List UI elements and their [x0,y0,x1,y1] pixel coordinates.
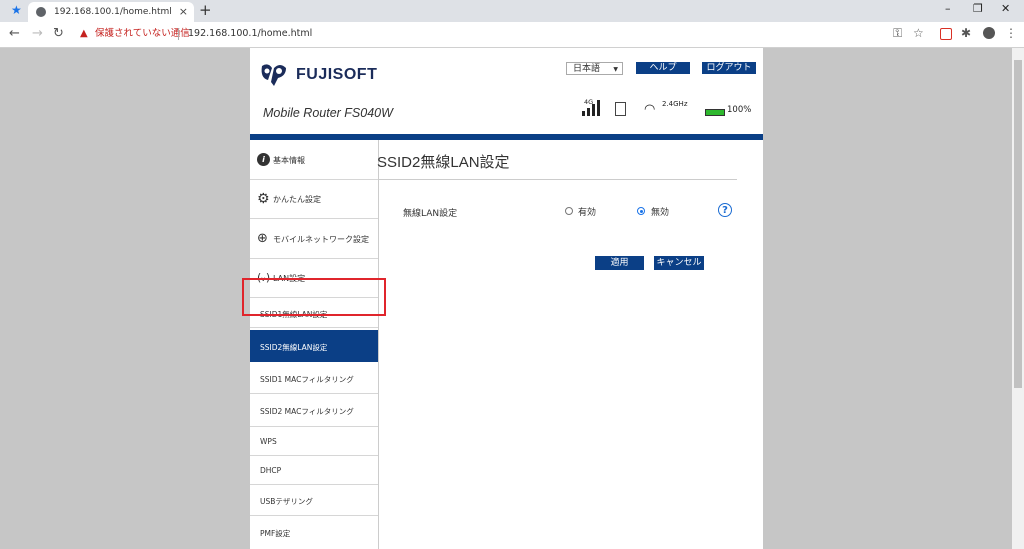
security-warning[interactable]: 保護されていない通信 [95,25,190,43]
cancel-button[interactable]: キャンセル [654,256,704,270]
sidebar-item-label: SSID1 MACフィルタリング [260,375,354,384]
forward-arrow-icon[interactable]: → [32,26,43,41]
signal-strength-icon [582,100,600,116]
brand-name: FUJISOFT [296,66,378,83]
sidebar-item-basic-info[interactable]: i 基本情報 [250,140,378,180]
warning-icon: ▲ [80,28,88,39]
page-title: SSID2無線LAN設定 [377,154,510,171]
star-icon[interactable]: ★ [11,3,22,17]
radio-disabled[interactable] [637,207,645,215]
close-window-button[interactable]: ✕ [1001,2,1010,15]
radio-enabled[interactable] [565,207,573,215]
title-divider [379,179,737,180]
maximize-button[interactable]: ❐ [973,2,983,15]
sim-card-icon [615,102,626,116]
language-select[interactable]: 日本語 ▼ [566,62,623,75]
globe-icon: ⊕ [257,231,268,246]
puzzle-icon[interactable]: ✱ [961,26,971,40]
battery-level: 100% [727,105,752,115]
annotation-highlight-box [242,278,386,316]
sidebar-sub-ssid2-wlan[interactable]: SSID2無線LAN設定 [250,330,378,362]
logout-button[interactable]: ログアウト [702,62,756,74]
sidebar-item-label: モバイルネットワーク設定 [273,235,369,244]
sidebar-sub-ssid2-mac[interactable]: SSID2 MACフィルタリング [250,394,378,427]
help-button[interactable]: ヘルプ [636,62,690,74]
sidebar-item-label: DHCP [260,466,282,475]
wifi-band: 2.4GHz [662,100,688,108]
language-value: 日本語 [573,64,601,74]
fujisoft-logo-icon [261,64,286,86]
sidebar-item-easy-setup[interactable]: ⚙ かんたん設定 [250,180,378,219]
radio-disabled-label[interactable]: 無効 [651,205,669,218]
back-arrow-icon[interactable]: ← [9,26,20,41]
sidebar-item-label: WPS [260,437,277,446]
minimize-button[interactable]: – [945,2,951,15]
new-tab-button[interactable]: + [199,1,212,19]
model-name: Mobile Router FS040W [263,106,393,120]
tab-title: 192.168.100.1/home.html [54,7,172,17]
sidebar-sub-ssid1-mac[interactable]: SSID1 MACフィルタリング [250,362,378,394]
chevron-down-icon: ▼ [613,66,618,73]
sidebar: i 基本情報 ⚙ かんたん設定 ⊕ モバイルネットワーク設定 (ᵥ) LAN設定… [250,140,379,549]
gear-icon: ⚙ [257,191,270,207]
scrollbar-thumb[interactable] [1014,60,1022,388]
bookmark-star-icon[interactable]: ☆ [913,26,924,40]
sidebar-item-label: 基本情報 [273,156,305,165]
menu-kebab-icon[interactable]: ⋮ [1005,26,1017,40]
sidebar-item-label: PMF設定 [260,529,291,538]
url-text[interactable]: 192.168.100.1/home.html [188,25,312,43]
sidebar-item-label: かんたん設定 [273,195,321,204]
omnibox-divider [178,28,179,40]
sidebar-item-label: SSID2 MACフィルタリング [260,407,354,416]
apply-button[interactable]: 適用 [595,256,644,270]
sidebar-item-mobile-network[interactable]: ⊕ モバイルネットワーク設定 [250,219,378,259]
address-bar: ← → ↻ ▲ 保護されていない通信 192.168.100.1/home.ht… [0,22,1024,48]
wifi-icon: ◠ [644,102,656,117]
wlan-setting-label: 無線LAN設定 [403,209,458,219]
vertical-scrollbar[interactable] [1012,48,1024,549]
globe-favicon-icon [36,7,46,17]
battery-icon [705,109,725,116]
extension-icon[interactable] [940,28,952,40]
sidebar-item-label: USBテザリング [260,497,313,506]
browser-tab[interactable]: 192.168.100.1/home.html × [28,2,194,22]
sidebar-sub-usb-tethering[interactable]: USBテザリング [250,485,378,516]
radio-enabled-label[interactable]: 有効 [578,205,596,218]
info-icon: i [257,153,270,166]
browser-tab-bar: ★ 192.168.100.1/home.html × + – ❐ ✕ [0,0,1024,22]
profile-avatar[interactable] [983,27,995,39]
page-viewport: FUJISOFT Mobile Router FS040W 日本語 ▼ ヘルプ … [0,48,1012,549]
sidebar-item-label: SSID2無線LAN設定 [260,343,328,352]
sidebar-sub-pmf[interactable]: PMF設定 [250,516,378,549]
reload-icon[interactable]: ↻ [53,26,64,41]
close-tab-icon[interactable]: × [179,2,188,22]
sidebar-sub-dhcp[interactable]: DHCP [250,456,378,485]
key-icon[interactable]: ⚿ [893,26,902,41]
help-question-icon[interactable]: ? [718,203,732,217]
omnibox[interactable]: ▲ 保護されていない通信 192.168.100.1/home.html [70,25,878,43]
sidebar-sub-wps[interactable]: WPS [250,427,378,456]
